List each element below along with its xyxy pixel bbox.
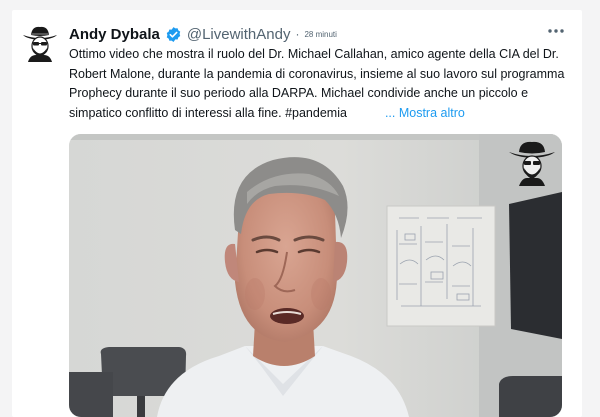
tweet-card[interactable]: Andy Dybala @LivewithAndy · 28 minuti Ot… bbox=[12, 10, 582, 417]
tweet-text: Ottimo video che mostra il ruolo del Dr.… bbox=[69, 45, 569, 123]
author-avatar[interactable] bbox=[20, 22, 60, 62]
video-frame bbox=[69, 134, 562, 417]
video-thumbnail[interactable] bbox=[69, 134, 562, 417]
show-more-link[interactable]: ... Mostra altro bbox=[385, 106, 465, 120]
verified-badge-icon bbox=[165, 26, 182, 43]
timestamp[interactable]: 28 minuti bbox=[304, 30, 336, 39]
more-options-button[interactable] bbox=[544, 22, 568, 40]
cowboy-avatar-icon bbox=[20, 22, 60, 62]
tweet-body: Ottimo video che mostra il ruolo del Dr.… bbox=[69, 47, 565, 120]
author-name[interactable]: Andy Dybala bbox=[69, 26, 160, 43]
author-handle[interactable]: @LivewithAndy bbox=[187, 26, 291, 43]
more-horizontal-icon bbox=[548, 29, 564, 33]
separator-dot: · bbox=[295, 27, 300, 41]
tweet-header: Andy Dybala @LivewithAndy · 28 minuti bbox=[69, 23, 337, 45]
